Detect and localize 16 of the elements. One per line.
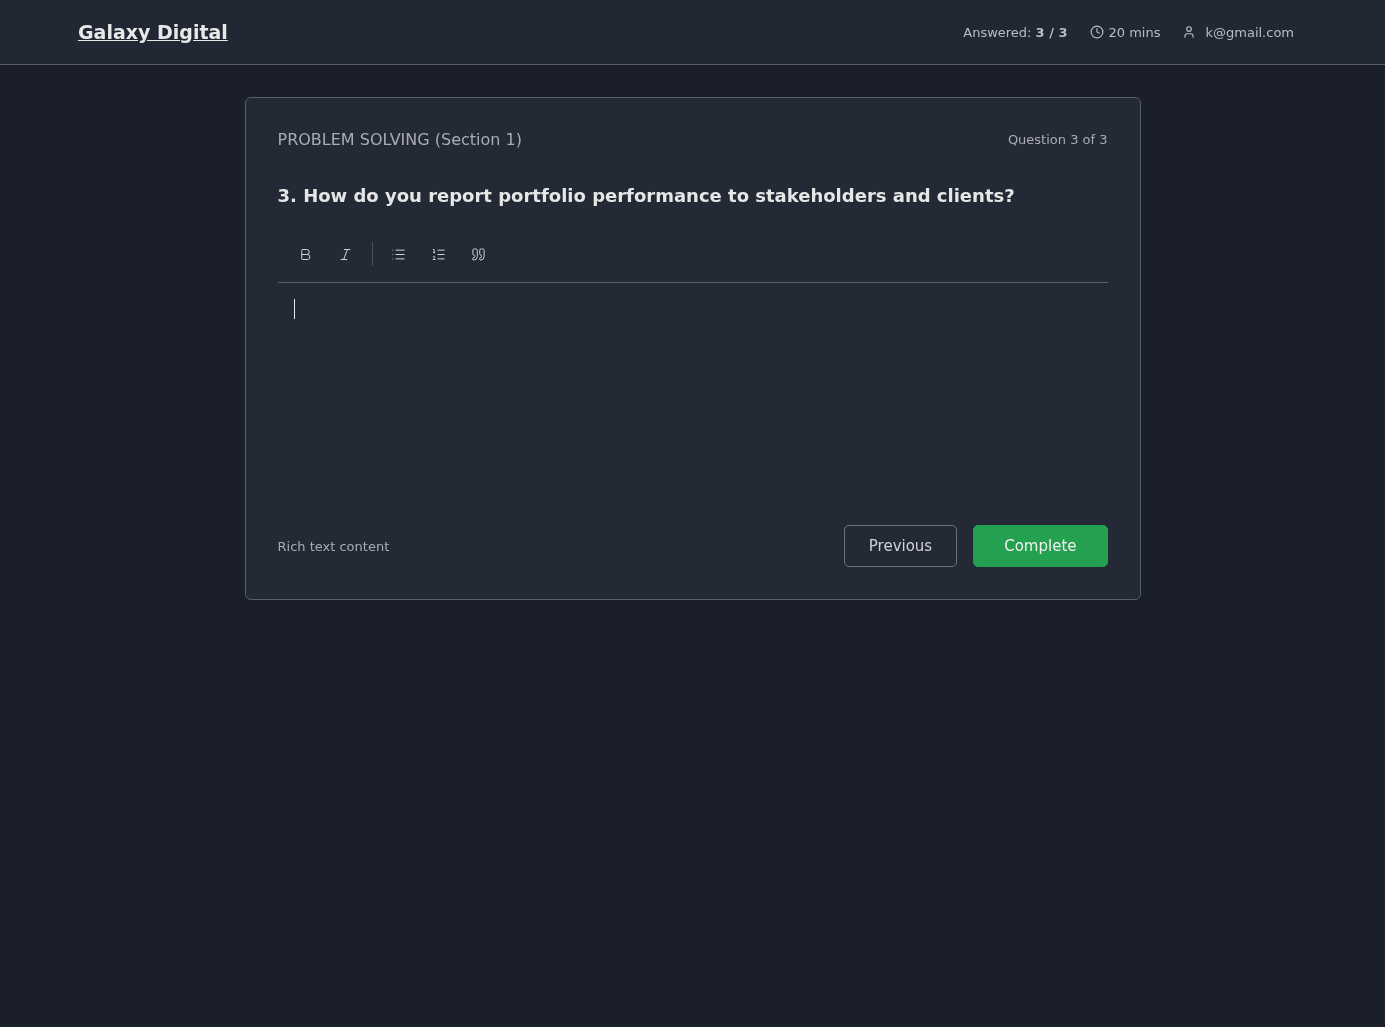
editor-hint: Rich text content <box>277 538 390 554</box>
section-title: PROBLEM SOLVING (Section 1) <box>277 130 522 149</box>
quote-icon <box>471 246 486 262</box>
question-text: 3. How do you report portfolio performance to stakeholders and clients? <box>277 185 1016 206</box>
question-counter: Question 3 of 3 <box>1007 132 1108 147</box>
brand-link[interactable]: Galaxy Digital <box>78 21 228 43</box>
bullet-list-icon <box>391 246 406 262</box>
answered-count: Answered: 3 / 3 <box>963 24 1068 40</box>
italic-icon <box>338 246 353 262</box>
previous-button[interactable]: Previous <box>843 525 958 567</box>
time-limit: 20 mins <box>1108 24 1161 40</box>
user-email: k@gmail.com <box>1205 24 1294 40</box>
clock-icon <box>1089 25 1104 39</box>
user-icon <box>1182 25 1197 39</box>
numbered-list-icon <box>431 246 446 262</box>
bold-icon <box>298 246 313 262</box>
